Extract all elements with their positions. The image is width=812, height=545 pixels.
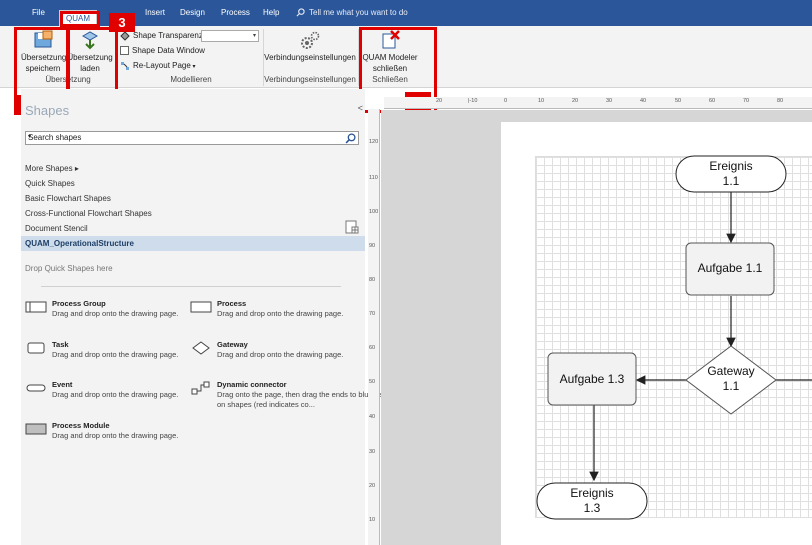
transparency-icon [120, 31, 130, 41]
stencil-document[interactable]: Document Stencil [21, 221, 365, 236]
ruler-label: 120 [369, 139, 379, 145]
tab-file[interactable]: File [30, 0, 47, 26]
vertical-ruler: 120 110 100 90 80 70 60 50 40 30 20 10 [368, 109, 380, 545]
ruler-label: 20 [436, 98, 443, 104]
ruler-label: 60 [709, 98, 716, 104]
chevron-right-icon: ▸ [72, 164, 79, 173]
master-name: Dynamic connector [217, 380, 287, 389]
ruler-label: 30 [369, 449, 376, 455]
task-label-1-3: Aufgabe 1.3 [559, 372, 625, 386]
ruler-label: 60 [369, 345, 376, 351]
master-desc: Drag and drop onto the drawing page. [52, 431, 179, 440]
tell-me-box[interactable]: Tell me what you want to do [296, 0, 408, 26]
ruler-label: 100 [369, 209, 379, 215]
shape-data-window-checkbox[interactable]: Shape Data Window [120, 45, 205, 57]
shape-transparency-dropdown[interactable]: ▾ [201, 30, 259, 42]
tab-insert[interactable]: Insert [143, 0, 167, 26]
gateway-label-1-1: Gateway 1.1 [707, 364, 755, 393]
drawing-canvas[interactable]: Ereignis 1.1 Aufgabe 1.1 Gateway 1.1 Auf… [381, 110, 812, 545]
shapes-pane: Shapes < Search shapes ▾ More Shapes ▸ Q… [21, 89, 384, 545]
master-process-module[interactable]: Process Module Drag and drop onto the dr… [22, 420, 187, 450]
tab-help[interactable]: Help [261, 0, 281, 26]
tab-design[interactable]: Design [178, 0, 207, 26]
ruler-label: |-10 [468, 98, 478, 104]
dynamic-connector-icon [191, 381, 210, 395]
gateway-icon [192, 341, 210, 355]
ruler-label: 30 [606, 98, 613, 104]
event-label-1-1: Ereignis 1.1 [709, 159, 753, 188]
relayout-icon [121, 61, 129, 70]
master-name: Gateway [217, 340, 248, 349]
event-icon [26, 384, 46, 392]
stencil-label: More Shapes [25, 164, 73, 173]
ruler-label: 110 [369, 175, 378, 181]
ruler-label: 0 [504, 98, 508, 104]
group-connection-label: Verbindungseinstellungen [264, 75, 356, 84]
ruler-label: 90 [369, 243, 376, 249]
group-modeling-label: Modellieren [170, 75, 212, 84]
ruler-label: 80 [369, 277, 376, 283]
stencil-cross-functional[interactable]: Cross-Functional Flowchart Shapes [21, 206, 365, 221]
ruler-label: 70 [743, 98, 750, 104]
pane-divider [41, 286, 341, 287]
chevron-down-icon: ▾ [190, 64, 196, 70]
horizontal-ruler: 20 |-10 0 10 20 30 40 50 60 70 80 [384, 97, 812, 109]
process-icon [190, 301, 212, 313]
ruler-label: 80 [777, 98, 784, 104]
annotation-box-quam-tab [60, 11, 100, 27]
event-label-1-3: Ereignis 1.3 [570, 486, 614, 515]
ruler-label: 50 [369, 379, 376, 385]
task-icon [27, 342, 45, 354]
master-task[interactable]: Task Drag and drop onto the drawing page… [22, 339, 187, 369]
connection-settings-button[interactable]: Verbindungseinstellungen [264, 30, 356, 63]
drop-quick-shapes-hint: Drop Quick Shapes here [25, 264, 113, 273]
process-module-icon [25, 423, 47, 435]
master-name: Process Group [52, 299, 106, 308]
relayout-page-label: Re-Layout Page [133, 61, 191, 70]
chevron-down-icon: ▾ [252, 33, 256, 39]
chevron-down-icon[interactable]: ▾ [28, 133, 342, 140]
master-name: Process Module [52, 421, 110, 430]
master-desc: Drag onto the page, then drag the ends t… [217, 390, 384, 409]
shape-data-window-label: Shape Data Window [132, 46, 205, 55]
master-desc: Drag and drop onto the drawing page. [217, 309, 344, 318]
search-icon[interactable] [345, 133, 356, 144]
ruler-label: 40 [640, 98, 647, 104]
lightbulb-search-icon [296, 8, 305, 17]
collapse-pane-icon[interactable]: < [358, 103, 363, 113]
process-group-icon [25, 301, 47, 313]
stencil-grid-icon[interactable] [345, 220, 359, 234]
stencil-quick-shapes[interactable]: Quick Shapes [21, 176, 365, 191]
tab-process[interactable]: Process [219, 0, 252, 26]
stencil-basic-flowchart[interactable]: Basic Flowchart Shapes [21, 191, 365, 206]
task-label-1-1: Aufgabe 1.1 [697, 261, 763, 275]
tell-me-text: Tell me what you want to do [309, 8, 408, 17]
master-process-group[interactable]: Process Group Drag and drop onto the dra… [22, 298, 187, 328]
ruler-label: 70 [369, 311, 376, 317]
master-name: Process [217, 299, 247, 308]
stencil-more-shapes[interactable]: More Shapes ▸ [21, 161, 365, 176]
ruler-label: 40 [369, 414, 376, 420]
master-process[interactable]: Process Drag and drop onto the drawing p… [187, 298, 352, 328]
master-name: Event [52, 380, 73, 389]
master-desc: Drag and drop onto the drawing page. [217, 350, 344, 359]
master-dynamic-connector[interactable]: Dynamic connector Drag onto the page, th… [187, 379, 384, 409]
connection-settings-label: Verbindungseinstellungen [264, 53, 356, 62]
master-event[interactable]: Event Drag and drop onto the drawing pag… [22, 379, 187, 409]
shape-transparency-label: Shape Transparenz [133, 31, 203, 40]
master-gateway[interactable]: Gateway Drag and drop onto the drawing p… [187, 339, 352, 369]
shapes-pane-title: Shapes [25, 103, 70, 118]
stencil-quam-operational[interactable]: QUAM_OperationalStructure [21, 236, 365, 251]
search-shapes-input[interactable]: Search shapes ▾ [25, 131, 359, 145]
ruler-label: 50 [675, 98, 682, 104]
checkbox-icon [120, 46, 129, 56]
ruler-label: 10 [369, 517, 376, 523]
relayout-page-button[interactable]: Re-Layout Page ▾ [120, 60, 196, 72]
gear-icon [301, 31, 320, 49]
ruler-label: 10 [538, 98, 545, 104]
ruler-label: 20 [572, 98, 579, 104]
master-name: Task [52, 340, 69, 349]
ruler-label: 20 [369, 483, 376, 489]
